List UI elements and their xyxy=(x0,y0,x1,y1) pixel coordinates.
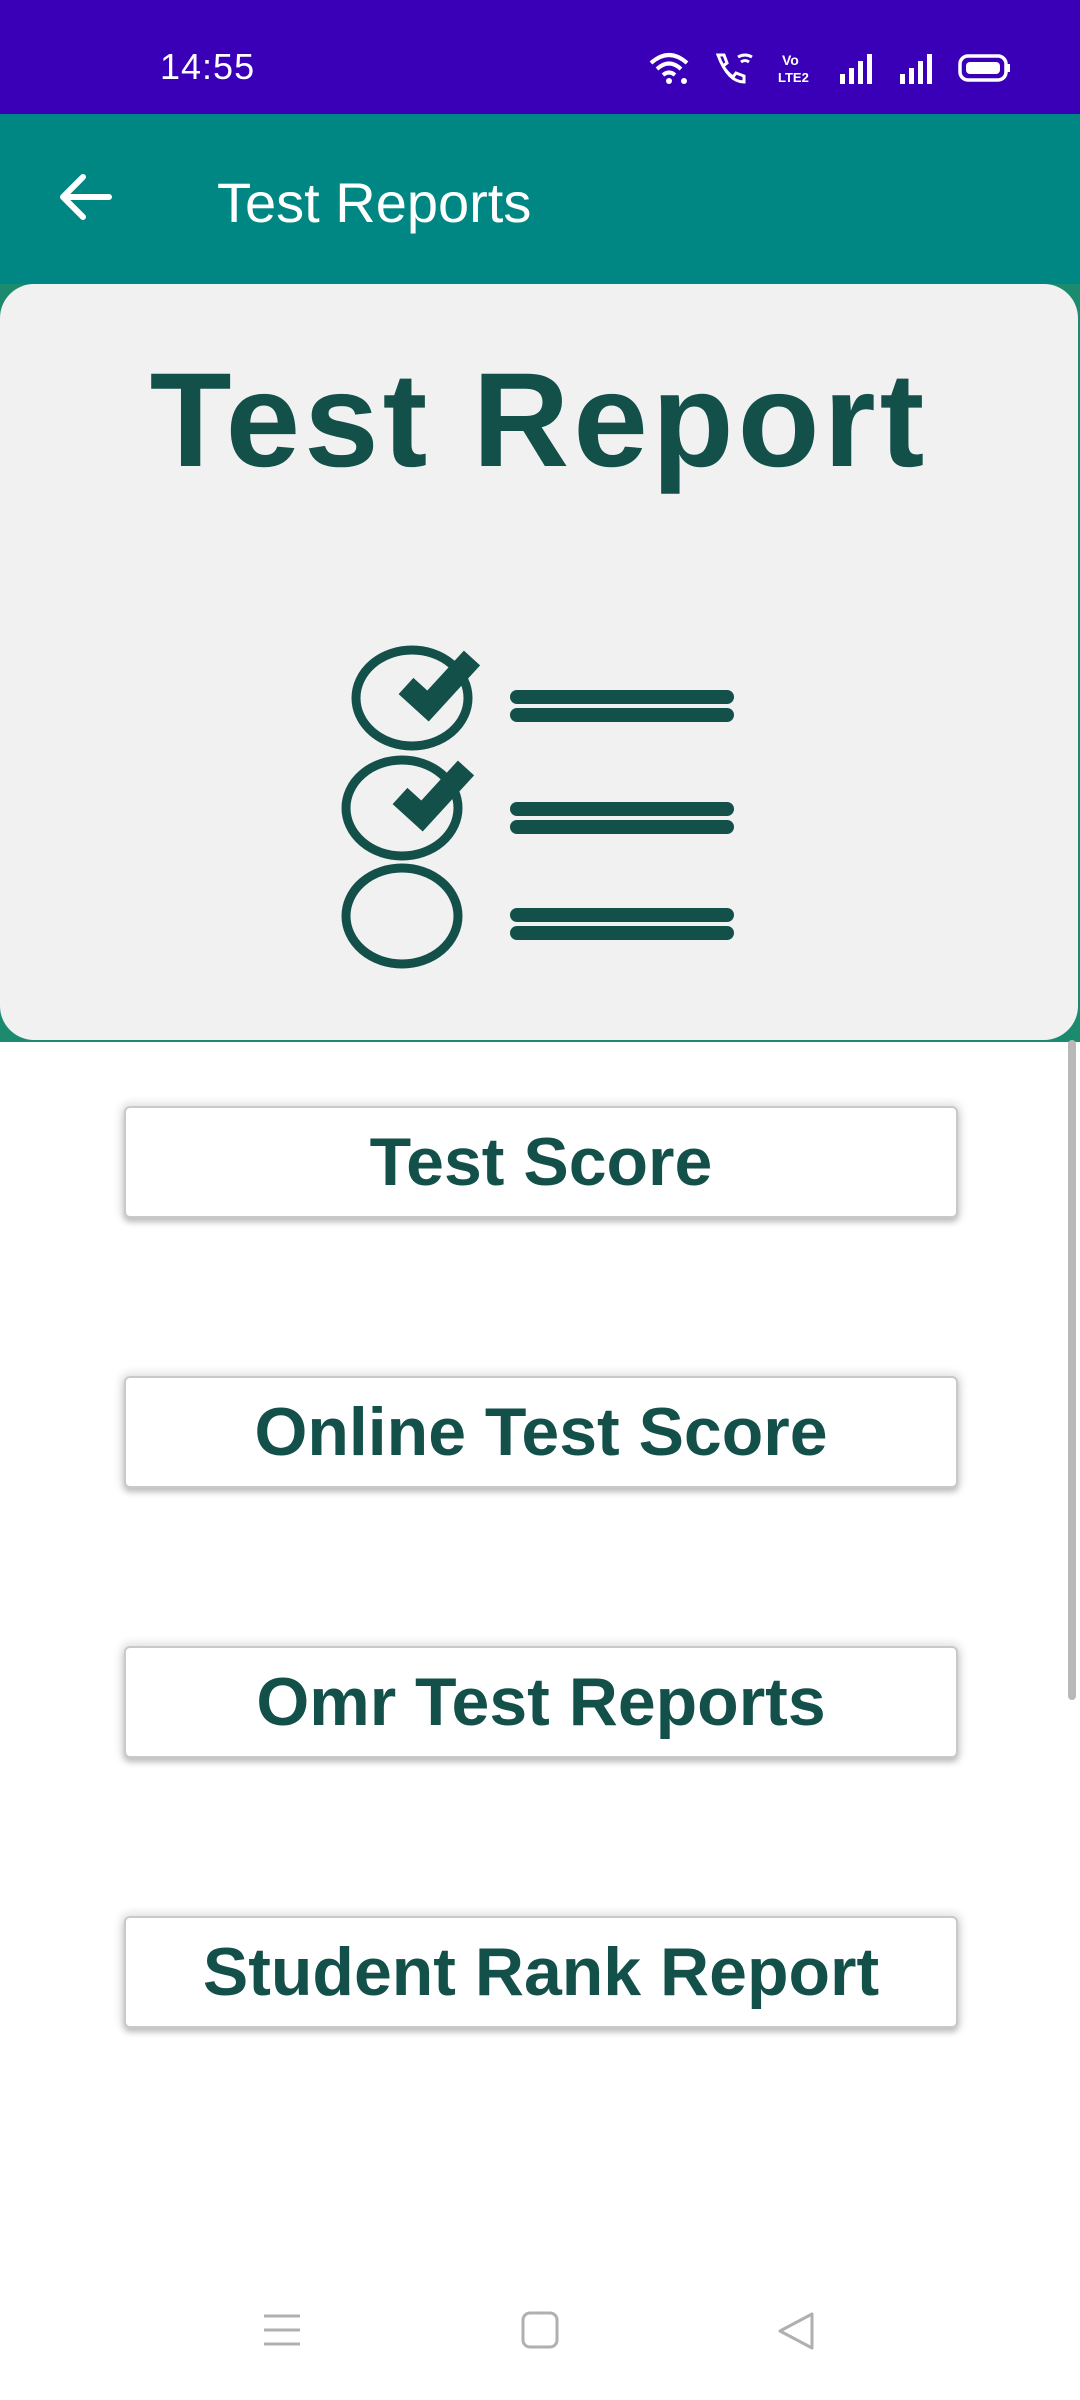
back-button[interactable] xyxy=(40,154,130,244)
hero-banner: Test Report xyxy=(0,284,1080,1042)
wifi-icon xyxy=(648,51,690,85)
volte-icon: Vo LTE2 xyxy=(776,51,816,85)
student-rank-report-button[interactable]: Student Rank Report xyxy=(124,1916,958,2028)
page-title: Test Reports xyxy=(217,171,532,234)
system-nav-bar xyxy=(0,2280,1080,2400)
menu-icon[interactable] xyxy=(262,2310,302,2355)
app-bar: Test Reports xyxy=(0,114,1080,284)
signal-icon xyxy=(898,52,936,84)
svg-text:Vo: Vo xyxy=(782,52,799,68)
hero-title: Test Report xyxy=(149,346,929,495)
status-icons: Vo LTE2 xyxy=(648,48,1012,88)
battery-icon xyxy=(958,53,1012,83)
back-triangle-icon[interactable] xyxy=(774,2310,816,2357)
online-test-score-button[interactable]: Online Test Score xyxy=(124,1376,958,1488)
status-bar: 14:55 Vo LTE2 xyxy=(0,0,1080,114)
svg-text:LTE2: LTE2 xyxy=(778,70,809,85)
hero-card: Test Report xyxy=(0,284,1078,1040)
home-icon[interactable] xyxy=(520,2310,560,2355)
arrow-left-icon xyxy=(57,172,113,227)
wifi-calling-icon xyxy=(712,51,754,85)
scroll-indicator[interactable] xyxy=(1068,1040,1076,1700)
omr-test-reports-button[interactable]: Omr Test Reports xyxy=(124,1646,958,1758)
signal-icon xyxy=(838,52,876,84)
test-score-button[interactable]: Test Score xyxy=(124,1106,958,1218)
status-time: 14:55 xyxy=(160,46,256,87)
